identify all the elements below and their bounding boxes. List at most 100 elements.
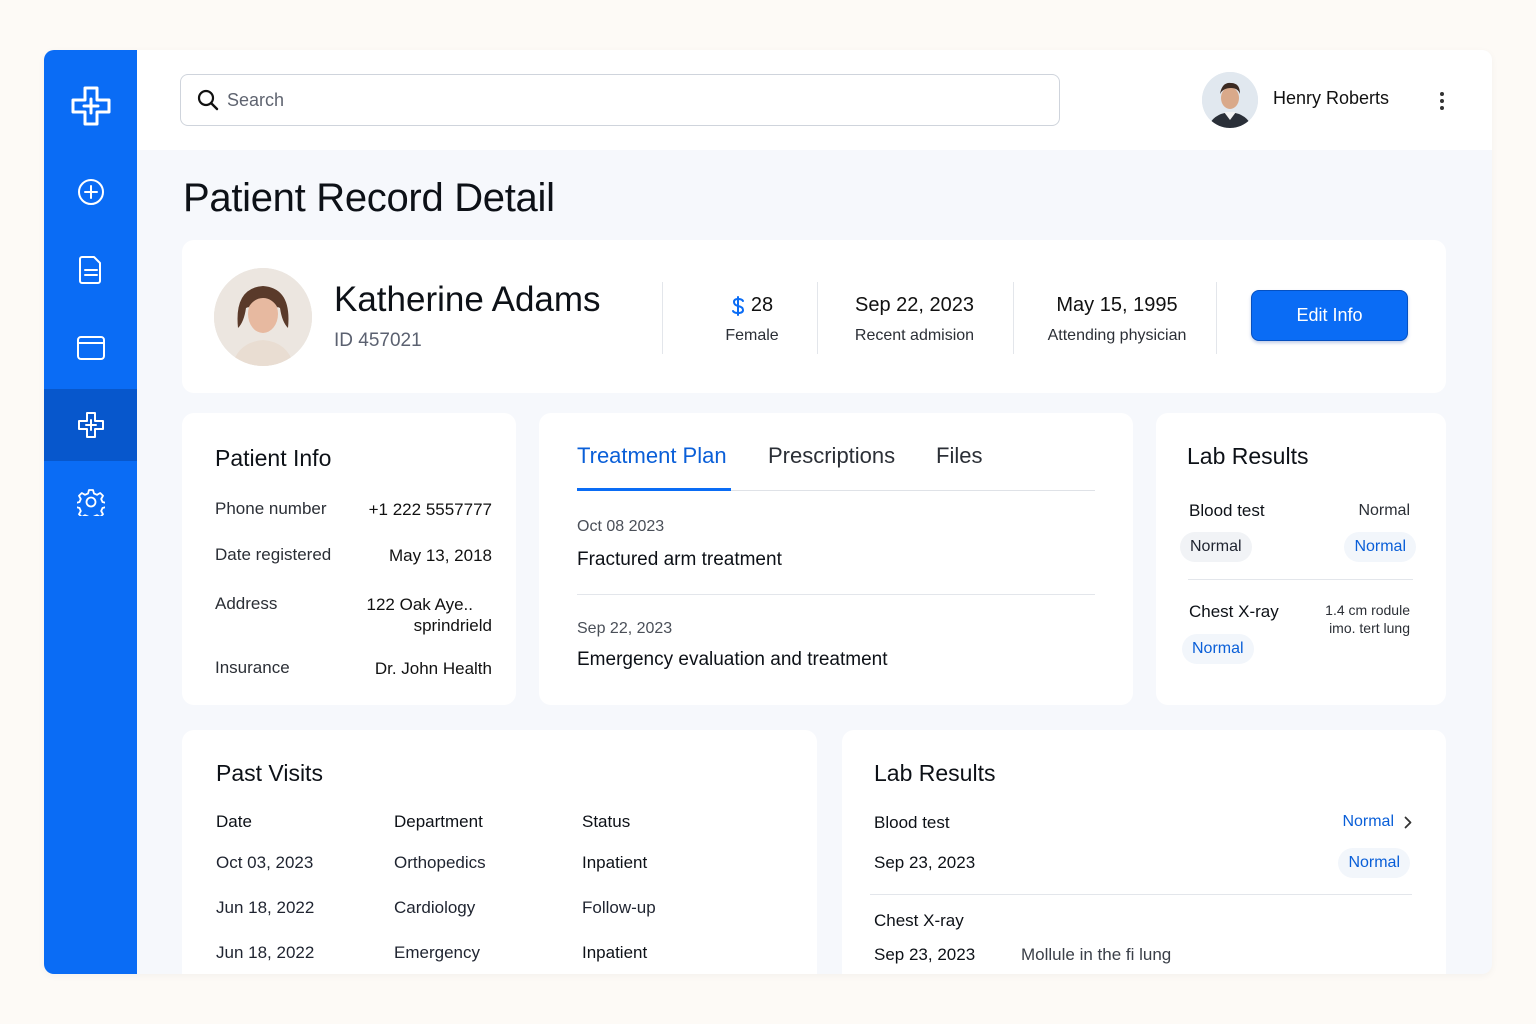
tab-active-indicator [577, 488, 731, 491]
gear-icon [76, 489, 105, 516]
divider [1188, 579, 1413, 580]
user-name: Henry Roberts [1273, 88, 1390, 108]
visit-department: Orthopedics [394, 853, 486, 872]
phone-label: Phone number [215, 499, 327, 518]
sidebar-item-records[interactable] [44, 234, 137, 306]
lab-item-label: Blood test [1189, 501, 1265, 520]
status-badge: Normal [1344, 532, 1416, 562]
sidebar-item-settings[interactable] [44, 466, 137, 538]
patient-info-card: Patient Info Phone number +1 222 5557777… [182, 413, 516, 705]
visit-date: Jun 18, 2022 [216, 898, 315, 917]
insurance-value: Dr. John Health [374, 659, 492, 678]
kebab-icon [1440, 92, 1444, 110]
window-icon [76, 336, 105, 360]
page-title: Patient Record Detail [183, 176, 555, 220]
column-header-date: Date [216, 812, 252, 831]
plus-circle-icon [77, 179, 104, 205]
document-icon [78, 256, 101, 284]
stat-physician-value: May 15, 1995 [1056, 294, 1178, 316]
insurance-label: Insurance [215, 658, 290, 677]
patient-name: Katherine Adams [334, 280, 601, 319]
visit-status: Follow-up [582, 898, 656, 917]
patient-summary-card: Katherine Adams ID 457021 28 Female Sep … [182, 240, 1446, 393]
stat-admission-label: Recent admision [854, 327, 975, 344]
lab-item-label: Chest X-ray [1189, 602, 1279, 621]
app-window: Henry Roberts Patient Record Detail Kath… [44, 50, 1492, 974]
treatment-date: Oct 08 2023 [577, 518, 665, 535]
tab-prescriptions[interactable]: Prescriptions [768, 443, 895, 469]
sidebar-logo[interactable] [44, 70, 137, 142]
lab-item-date: Sep 23, 2023 [874, 945, 976, 964]
address-label: Address [215, 594, 278, 613]
stat-age: 28 Female [702, 294, 802, 345]
divider [662, 282, 663, 354]
past-visits-title: Past Visits [216, 760, 323, 786]
patient-info-title: Patient Info [215, 445, 332, 471]
address-value-line2: sprindrield [413, 616, 492, 635]
sidebar [44, 50, 137, 974]
phone-value: +1 222 5557777 [368, 500, 492, 519]
status-badge: Normal [1338, 848, 1410, 878]
edit-info-button[interactable]: Edit Info [1251, 290, 1408, 341]
medical-cross-icon [77, 412, 104, 438]
visit-department: Emergency [394, 943, 480, 962]
divider [577, 594, 1095, 595]
visit-department: Cardiology [394, 898, 476, 917]
more-options-button[interactable] [1427, 86, 1457, 116]
stat-admission: Sep 22, 2023 Recent admision [837, 294, 992, 345]
dollar-icon [731, 295, 744, 316]
search-bar[interactable] [180, 74, 1060, 126]
divider [870, 894, 1412, 895]
lab-item-link[interactable]: Normal [1342, 813, 1412, 831]
stat-age-label: Female [725, 327, 779, 344]
divider [1216, 282, 1217, 354]
lab-item-link-label: Normal [1342, 813, 1394, 830]
patient-id: ID 457021 [334, 330, 422, 351]
stat-age-value: 28 [750, 294, 774, 316]
lab-item-date: Sep 23, 2023 [874, 853, 976, 872]
lab-results-side-title: Lab Results [1187, 443, 1309, 469]
treatment-date: Sep 22, 2023 [577, 620, 673, 637]
visit-date: Jun 18, 2022 [216, 943, 315, 962]
stat-physician-label: Attending physician [1047, 327, 1187, 344]
status-badge: Normal [1180, 532, 1252, 562]
lab-item-note: imo. tert lung [1329, 620, 1410, 636]
treatment-card: Treatment Plan Prescriptions Files Oct 0… [539, 413, 1133, 705]
tab-treatment-plan[interactable]: Treatment Plan [577, 443, 727, 469]
date-registered-value: May 13, 2018 [388, 546, 492, 565]
past-visits-card: Past Visits Date Department Status Oct 0… [182, 730, 817, 974]
user-avatar[interactable] [1202, 72, 1258, 128]
treatment-title[interactable]: Fractured arm treatment [577, 549, 782, 571]
column-header-status: Status [582, 812, 631, 831]
status-badge: Normal [1182, 634, 1254, 664]
patient-avatar [214, 268, 312, 366]
column-header-department: Department [394, 812, 483, 831]
lab-item-note: 1.4 cm rodule [1325, 602, 1410, 618]
visit-status: Inpatient [582, 853, 648, 872]
divider [817, 282, 818, 354]
lab-item-value: Normal [1358, 502, 1410, 519]
divider [1013, 282, 1014, 354]
visit-status: Inpatient [582, 943, 648, 962]
lab-results-side-card: Lab Results Blood test Normal Normal Nor… [1156, 413, 1446, 705]
search-icon [197, 89, 219, 111]
sidebar-item-calendar[interactable] [44, 312, 137, 384]
tab-files[interactable]: Files [936, 443, 982, 469]
lab-item-note: Mollule in the fi lung [1021, 945, 1172, 964]
lab-results-main-title: Lab Results [874, 760, 996, 786]
sidebar-item-medical[interactable] [44, 389, 137, 461]
lab-item-label: Chest X-ray [874, 911, 964, 930]
stat-admission-value: Sep 22, 2023 [855, 294, 974, 316]
treatment-title[interactable]: Emergency evaluation and treatment [577, 649, 888, 671]
search-input[interactable] [227, 89, 1027, 111]
visit-date: Oct 03, 2023 [216, 853, 314, 872]
medical-cross-logo-icon [71, 86, 110, 126]
address-value: 122 Oak Aye.. [366, 595, 473, 614]
top-header: Henry Roberts [137, 50, 1492, 150]
lab-results-main-card: Lab Results Blood test Normal Sep 23, 20… [842, 730, 1446, 974]
stat-physician: May 15, 1995 Attending physician [1032, 294, 1202, 345]
lab-item-label: Blood test [874, 813, 950, 832]
date-registered-label: Date registered [215, 545, 332, 564]
sidebar-item-add[interactable] [44, 156, 137, 228]
chevron-right-icon [1404, 816, 1412, 828]
